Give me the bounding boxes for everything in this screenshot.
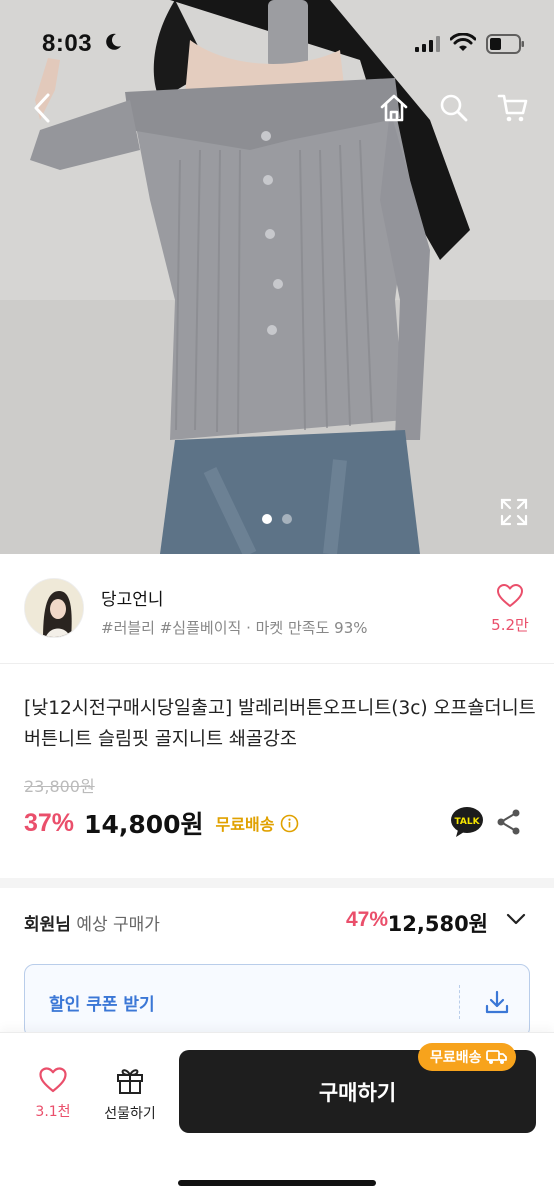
- share-icon[interactable]: [495, 808, 523, 836]
- carousel-dot[interactable]: [282, 514, 292, 524]
- back-button[interactable]: [22, 88, 62, 128]
- carousel-dot-active[interactable]: [262, 514, 272, 524]
- home-button[interactable]: [374, 88, 414, 128]
- product-image-carousel[interactable]: 8:03: [0, 0, 554, 554]
- seller-avatar[interactable]: [24, 578, 84, 638]
- kakaotalk-icon[interactable]: TALK: [450, 806, 484, 838]
- expand-icon[interactable]: [498, 496, 530, 528]
- search-icon: [440, 94, 468, 122]
- price-row: 37% 14,800원 무료배송: [24, 806, 299, 840]
- download-icon: [485, 990, 509, 1014]
- coupon-button[interactable]: 할인 쿠폰 받기: [24, 964, 530, 1038]
- buy-label: 구매하기: [318, 1080, 397, 1105]
- home-indicator: [178, 1180, 376, 1186]
- status-time: 8:03: [42, 30, 93, 57]
- member-discount-rate: 47%: [345, 908, 388, 931]
- product-title: [낮12시전구매시당일출고] 발레리버튼오프니트(3c) 오프숄더니트 버튼니트…: [24, 698, 536, 750]
- section-divider: [0, 878, 554, 888]
- chevron-down-icon[interactable]: [506, 912, 526, 926]
- battery-icon: [486, 34, 524, 54]
- member-sub-label: 예상 구매가: [76, 915, 160, 935]
- search-button[interactable]: [434, 88, 474, 128]
- gift-icon: [117, 1069, 143, 1094]
- member-price: 12,580원: [387, 912, 488, 936]
- info-icon[interactable]: [280, 814, 299, 833]
- ship-badge-label: 무료배송: [430, 1050, 482, 1066]
- seller-section[interactable]: 당고언니 #러블리 #심플베이직 · 마켓 만족도 93% 5.2만: [0, 554, 554, 664]
- avatar-image: [25, 579, 83, 637]
- free-shipping-badge: 무료배송: [418, 1043, 516, 1071]
- focus-moon-icon: [106, 33, 121, 50]
- seller-name[interactable]: 당고언니: [101, 585, 164, 610]
- home-icon: [380, 94, 408, 122]
- heart-icon: [39, 1067, 67, 1093]
- gift-label: 선물하기: [104, 1106, 156, 1122]
- discount-rate: 37%: [24, 808, 75, 837]
- member-price-label: 회원님 예상 구매가: [24, 910, 160, 935]
- chevron-left-icon: [34, 93, 50, 123]
- truck-icon: [485, 1050, 507, 1064]
- member-label: 회원님: [24, 915, 71, 935]
- coupon-divider: [459, 985, 460, 1019]
- sale-price: 14,800원: [84, 810, 204, 839]
- cart-icon: [497, 94, 528, 122]
- free-shipping-label: 무료배송: [215, 815, 275, 834]
- carousel-indicator: [0, 514, 554, 524]
- bottom-action-bar: 3.1천 선물하기 구매하기 무료배송: [0, 1032, 554, 1200]
- cart-button[interactable]: [493, 88, 533, 128]
- original-price: 23,800원: [24, 777, 95, 796]
- seller-tags: #러블리 #심플베이직 · 마켓 만족도 93%: [101, 619, 368, 637]
- store-like-button[interactable]: 5.2만: [484, 584, 536, 635]
- wishlist-count: 3.1천: [35, 1104, 71, 1120]
- coupon-download-button[interactable]: [480, 985, 514, 1019]
- store-like-count: 5.2만: [491, 616, 529, 634]
- signal-icon: [415, 36, 440, 52]
- wifi-icon: [450, 33, 476, 51]
- wishlist-button[interactable]: 3.1천: [24, 1067, 82, 1121]
- svg-text:TALK: TALK: [454, 817, 480, 827]
- status-bar: 8:03: [0, 0, 554, 88]
- gift-button[interactable]: 선물하기: [96, 1065, 164, 1123]
- member-price-row[interactable]: 회원님 예상 구매가 47% 12,580원: [24, 906, 530, 938]
- coupon-label: 할인 쿠폰 받기: [49, 995, 155, 1015]
- heart-icon: [497, 584, 523, 607]
